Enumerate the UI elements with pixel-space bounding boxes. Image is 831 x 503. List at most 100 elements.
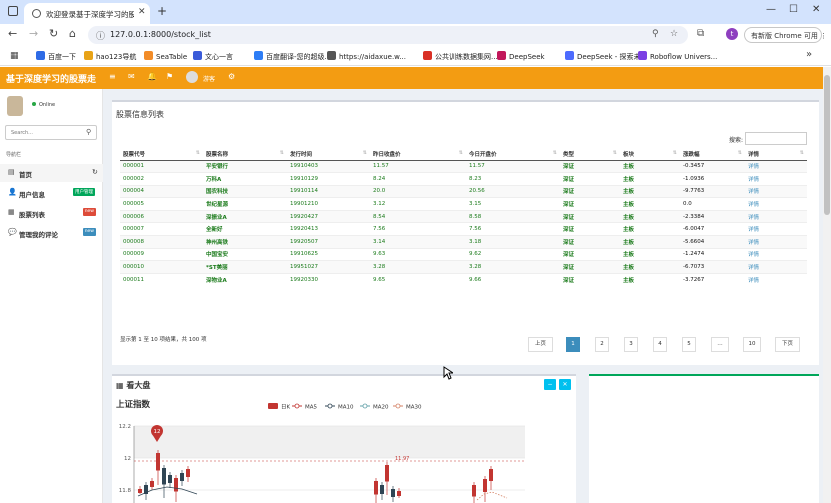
messages-icon[interactable]: ✉ (128, 72, 135, 81)
sort-icon[interactable]: ⇅ (363, 150, 367, 156)
legend-swatch[interactable] (268, 403, 278, 409)
pagination-button[interactable]: 5 (682, 337, 696, 352)
sidebar-item[interactable]: ▦ 股票列表 new (0, 204, 103, 222)
pagination-button[interactable]: … (711, 337, 729, 352)
column-header[interactable]: 股票名称 ⇅ (203, 148, 287, 161)
sort-icon[interactable]: ⇅ (196, 150, 200, 156)
pagination-button[interactable]: 2 (595, 337, 609, 352)
legend-label[interactable]: MA30 (406, 405, 422, 411)
close-tab-icon[interactable]: ✕ (138, 7, 146, 17)
sidebar-item[interactable]: 👤 用户信息 用户管理 (0, 184, 103, 202)
detail-link[interactable]: 详情 (745, 247, 807, 261)
table-search-label: 搜索: (729, 137, 744, 144)
star-icon[interactable]: ☆ (670, 29, 678, 39)
table-cell: 主板 (620, 184, 680, 198)
close-window-icon[interactable]: ✕ (812, 4, 820, 15)
sort-icon[interactable]: ⇅ (613, 150, 617, 156)
bookmark-item[interactable]: 公共训练数据集网... (423, 51, 498, 62)
detail-link[interactable]: 详情 (745, 197, 807, 211)
chrome-update-button[interactable]: 有新版 Chrome 可用 ⋮ (744, 27, 827, 43)
legend-label[interactable]: MA5 (305, 405, 318, 411)
settings-gear-icon[interactable]: ⚙ (228, 72, 235, 81)
apps-grid-icon[interactable]: ▦ (10, 51, 19, 61)
scrollbar-thumb[interactable] (824, 75, 830, 215)
column-header[interactable]: 昨日收盘价 ⇅ (370, 148, 466, 161)
collapse-button[interactable]: − (544, 379, 556, 390)
column-header[interactable]: 发行时间 ⇅ (287, 148, 370, 161)
pagination-button[interactable]: 1 (566, 337, 580, 352)
sort-icon[interactable]: ⇅ (800, 150, 804, 156)
sort-icon[interactable]: ⇅ (553, 150, 557, 156)
maximize-icon[interactable]: ☐ (789, 4, 798, 15)
profile-avatar[interactable]: t (726, 28, 738, 40)
detail-link[interactable]: 详情 (745, 272, 807, 286)
reload-icon[interactable]: ↻ (49, 27, 58, 40)
column-header[interactable]: 今日开盘价 ⇅ (466, 148, 560, 161)
bookmark-item[interactable]: 百度翻译-您的超级... (254, 51, 331, 62)
minimize-icon[interactable]: — (766, 4, 776, 15)
detail-link[interactable]: 详情 (745, 222, 807, 236)
legend-label[interactable]: MA20 (373, 405, 389, 411)
detail-link[interactable]: 详情 (745, 260, 807, 274)
column-header[interactable]: 涨跌幅 ⇅ (680, 148, 745, 161)
pagination-button[interactable]: 10 (743, 337, 761, 352)
pagination-button[interactable]: 3 (624, 337, 638, 352)
page-scrollbar[interactable] (823, 67, 831, 503)
sort-icon[interactable]: ⇅ (459, 150, 463, 156)
bookmark-item[interactable]: https://aidaxue.w... (327, 51, 406, 61)
sidebar-item[interactable]: ▤ 首页 ↻ (0, 164, 103, 182)
column-header[interactable]: 详情 ⇅ (745, 148, 807, 161)
table-search-input[interactable] (745, 132, 807, 145)
bookmark-item[interactable]: hao123导航 (84, 51, 136, 62)
forward-icon[interactable]: → (29, 27, 38, 40)
bookmark-item[interactable]: 百度一下 (36, 51, 76, 62)
search-input[interactable]: Search... (11, 130, 33, 136)
app-top-navbar: 基于深度学习的股票走 ≡ ✉ 🔔 ⚑ 游客 ⚙ (0, 67, 823, 89)
url-text[interactable]: 127.0.0.1:8000/stock_list (110, 30, 211, 39)
browser-tab[interactable]: 欢迎登录基于深度学习的股票走 ✕ (24, 3, 150, 24)
sidebar-item[interactable]: 💬 管理我的评论 new (0, 224, 103, 242)
detail-link[interactable]: 详情 (745, 159, 807, 173)
more-bookmarks-icon[interactable]: » (806, 49, 812, 60)
zoom-icon[interactable]: ⚲ (652, 29, 659, 39)
search-icon[interactable]: ⚲ (86, 128, 91, 136)
legend-label[interactable]: MA10 (338, 405, 354, 411)
sidebar-search[interactable]: Search... ⚲ (5, 125, 97, 140)
site-info-icon[interactable]: ⓘ (96, 29, 105, 42)
user-avatar[interactable] (186, 71, 198, 83)
tab-search-icon[interactable] (8, 6, 18, 16)
table-cell: 主板 (620, 197, 680, 211)
extensions-icon[interactable]: ⧉ (697, 28, 704, 39)
app-brand[interactable]: 基于深度学习的股票走 (6, 72, 96, 85)
back-icon[interactable]: ← (8, 27, 17, 40)
sidebar-toggle-icon[interactable]: ≡ (109, 72, 116, 81)
pagination-button[interactable]: 上页 (528, 337, 553, 352)
legend-label[interactable]: 日K (281, 404, 291, 411)
sort-icon[interactable]: ⇅ (673, 150, 677, 156)
column-header[interactable]: 板块 ⇅ (620, 148, 680, 161)
detail-link[interactable]: 详情 (745, 184, 807, 198)
table-cell: 主板 (620, 209, 680, 223)
flag-icon[interactable]: ⚑ (166, 72, 173, 81)
bookmark-item[interactable]: 文心一言 (193, 51, 233, 62)
remove-button[interactable]: ✕ (559, 379, 571, 390)
column-header[interactable]: 股票代号 ⇅ (120, 148, 203, 161)
column-header[interactable]: 类型 ⇅ (560, 148, 620, 161)
pagination-button[interactable]: 下页 (775, 337, 800, 352)
refresh-icon[interactable]: ↻ (92, 168, 98, 176)
new-tab-button[interactable]: + (157, 4, 167, 18)
detail-link[interactable]: 详情 (745, 209, 807, 223)
omnibox[interactable]: ⓘ 127.0.0.1:8000/stock_list ⚲ ☆ (88, 26, 688, 44)
sort-icon[interactable]: ⇅ (738, 150, 742, 156)
bookmark-item[interactable]: Roboflow Univers... (638, 51, 717, 61)
bookmark-item[interactable]: DeepSeek - 探索未... (565, 51, 647, 62)
bookmark-item[interactable]: DeepSeek (497, 51, 545, 61)
pagination-button[interactable]: 4 (653, 337, 667, 352)
user-name[interactable]: 游客 (203, 74, 215, 83)
detail-link[interactable]: 详情 (745, 235, 807, 249)
notifications-icon[interactable]: 🔔 (147, 72, 157, 81)
detail-link[interactable]: 详情 (745, 172, 807, 186)
home-icon[interactable]: ⌂ (69, 27, 76, 40)
sort-icon[interactable]: ⇅ (280, 150, 284, 156)
bookmark-item[interactable]: SeaTable (144, 51, 187, 61)
